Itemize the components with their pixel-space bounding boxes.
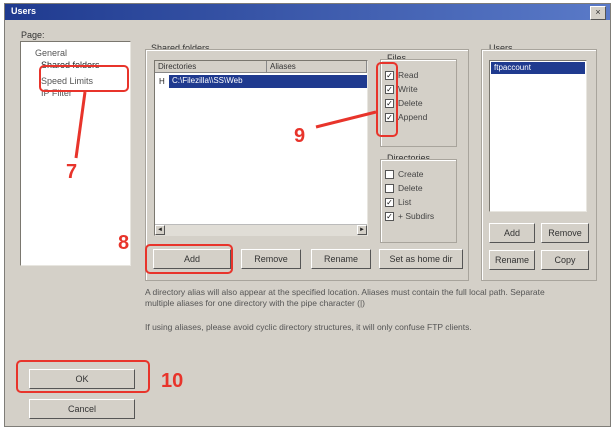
horizontal-scrollbar[interactable]: ◄ ► [155, 224, 367, 236]
page-label: Page: [21, 30, 45, 40]
highlight-shared-folders [39, 65, 129, 92]
cyclic-warning-text: If using aliases, please avoid cyclic di… [145, 322, 472, 332]
set-home-dir-button[interactable]: Set as home dir [379, 249, 463, 269]
directories-list[interactable]: Directories Aliases H C:\Filezilla\\SS\W… [154, 60, 368, 236]
table-row[interactable]: C:\Filezilla\\SS\Web [169, 75, 367, 88]
annotation-7: 7 [66, 161, 78, 183]
files-checkbox-label: Write [398, 84, 418, 94]
dirs-checkbox-label: Create [398, 169, 424, 179]
dirs-checkbox-label: Delete [398, 183, 423, 193]
highlight-file-permissions [376, 62, 398, 137]
window-title: Users [11, 6, 37, 16]
home-marker: H [159, 77, 165, 86]
remove-folder-button[interactable]: Remove [241, 249, 301, 269]
tree-item-general[interactable]: General [35, 48, 67, 58]
files-checkbox-label: Delete [398, 98, 423, 108]
dirs-checkbox-create[interactable] [385, 170, 394, 179]
dirs-checkbox-subdirs[interactable]: ✓ [385, 212, 394, 221]
alias-info-text: A directory alias will also appear at th… [145, 287, 545, 308]
annotation-10: 10 [161, 370, 184, 392]
copy-user-button[interactable]: Copy [541, 250, 589, 270]
dirs-checkbox-list[interactable]: ✓ [385, 198, 394, 207]
list-item[interactable]: ftpaccount [491, 62, 585, 74]
scroll-right-icon[interactable]: ► [357, 225, 367, 235]
annotation-8: 8 [118, 232, 130, 254]
column-header-aliases[interactable]: Aliases [267, 61, 367, 73]
dirs-checkbox-label: List [398, 197, 412, 207]
add-user-button[interactable]: Add [489, 223, 535, 243]
dirs-checkbox-label: + Subdirs [398, 211, 435, 221]
rename-user-button[interactable]: Rename [489, 250, 535, 270]
dirs-checkbox-delete[interactable] [385, 184, 394, 193]
files-checkbox-label: Read [398, 70, 419, 80]
scroll-left-icon[interactable]: ◄ [155, 225, 165, 235]
annotation-9: 9 [294, 125, 306, 147]
directory-path: C:\Filezilla\\SS\Web [172, 76, 243, 85]
users-list[interactable]: ftpaccount [489, 60, 587, 212]
files-checkbox-label: Append [398, 112, 428, 122]
remove-user-button[interactable]: Remove [541, 223, 589, 243]
cancel-button[interactable]: Cancel [29, 399, 135, 419]
highlight-ok-button [16, 360, 150, 393]
highlight-add-button [145, 244, 233, 274]
column-header-directories[interactable]: Directories [155, 61, 267, 73]
rename-folder-button[interactable]: Rename [311, 249, 371, 269]
close-button[interactable]: × [590, 6, 606, 20]
title-bar[interactable]: Users × [5, 4, 610, 20]
